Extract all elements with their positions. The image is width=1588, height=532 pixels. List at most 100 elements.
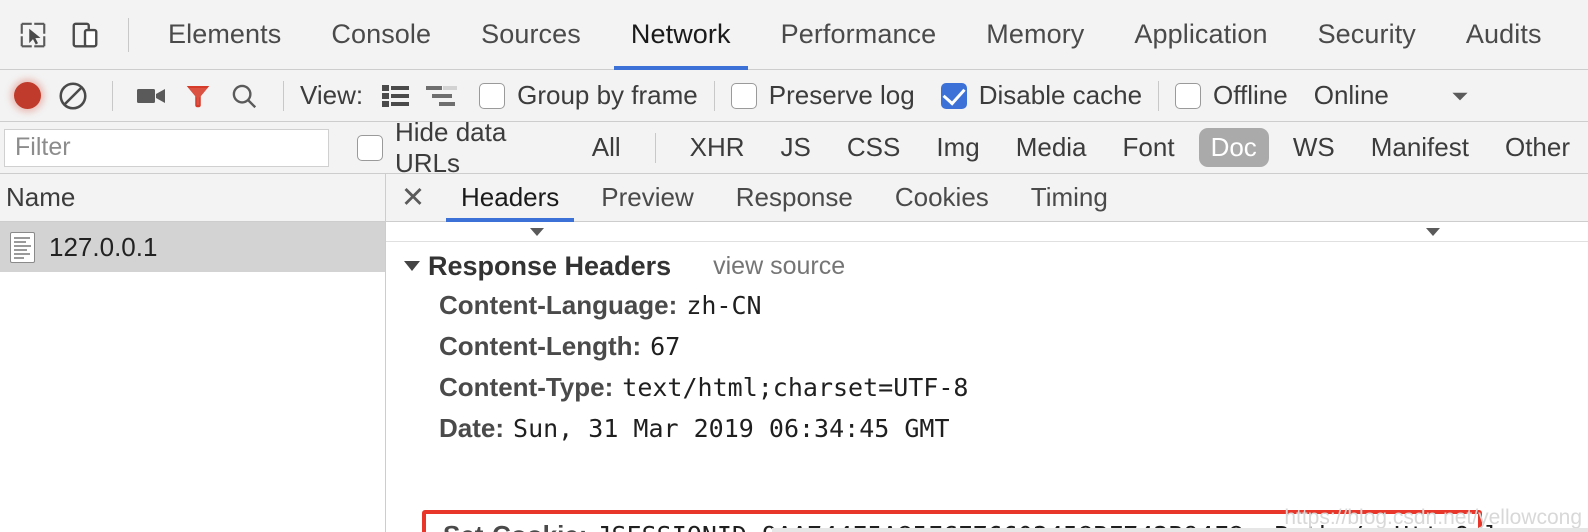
record-button-icon [13,82,41,109]
filter-type-xhr[interactable]: XHR [678,128,757,167]
detail-tab-headers[interactable]: Headers [440,174,580,222]
header-key: Date: [439,413,505,443]
tab-console[interactable]: Console [306,0,456,70]
network-filter-bar: Hide data URLs All XHR JS CSS Img Media … [0,117,1588,178]
filter-divider [654,132,656,163]
tab-application-label: Application [1134,19,1268,49]
disable-cache-checkbox[interactable] [940,82,967,109]
document-icon [10,231,35,263]
header-value: zh-CN [686,291,762,320]
close-icon[interactable]: ✕ [386,174,440,222]
tab-network[interactable]: Network [606,0,756,70]
filter-input[interactable] [4,128,329,167]
header-row-content-language: Content-Language: zh-CN [386,290,1588,331]
offline-checkbox-row[interactable]: Offline [1175,80,1288,111]
headers-content: Response Headers view source Content-Lan… [386,222,1588,532]
hide-data-urls-label: Hide data URLs [395,116,507,178]
devtools-window: Elements Console Sources Network Perform… [0,0,1588,532]
throttling-select[interactable]: Online [1314,80,1389,111]
tab-audits-label: Audits [1465,19,1542,49]
filter-type-manifest[interactable]: Manifest [1359,128,1481,167]
devtools-tool-icons [0,12,143,58]
header-value: Sun, 31 Mar 2019 06:34:45 GMT [513,414,950,443]
detail-tab-response[interactable]: Response [715,174,874,222]
network-control-bar: View: Group by frame Preserve log Disabl… [0,70,1588,122]
request-row-127-0-0-1[interactable]: 127.0.0.1 [0,222,385,272]
response-headers-section-title[interactable]: Response Headers view source [386,242,1588,290]
tab-sources[interactable]: Sources [456,0,606,70]
detail-tab-timing[interactable]: Timing [1010,174,1129,222]
column-header-name: Name [6,182,76,212]
disable-cache-checkbox-row[interactable]: Disable cache [940,80,1143,111]
header-key: Content-Type: [439,372,614,402]
header-row-content-type: Content-Type: text/html;charset=UTF-8 [386,372,1588,413]
filter-type-all[interactable]: All [580,128,633,167]
tab-memory-label: Memory [986,19,1085,49]
control-divider-4 [1158,80,1160,111]
triangle-down-icon[interactable] [404,261,420,271]
overflow-button[interactable] [1437,73,1483,119]
request-detail-panel: ✕ Headers Preview Response Cookies Timin… [386,174,1588,532]
filter-type-js[interactable]: JS [769,128,823,167]
tab-performance-label: Performance [780,19,937,49]
detail-tab-headers-label: Headers [461,182,560,212]
search-button[interactable] [221,73,267,119]
device-toggle-icon[interactable] [62,12,108,58]
tab-memory[interactable]: Memory [961,0,1109,70]
view-label: View: [300,80,364,110]
detail-tab-cookies-label: Cookies [894,182,989,212]
set-cookie-key: Set-Cookie: [443,520,587,532]
tab-performance[interactable]: Performance [756,0,962,70]
preserve-log-label: Preserve log [768,80,915,110]
list-view-button[interactable] [373,73,419,119]
scrolled-off-row [386,222,1588,242]
preserve-log-checkbox[interactable] [730,82,757,109]
section-title-label: Response Headers [428,250,672,281]
filter-type-font[interactable]: Font [1111,128,1187,167]
filter-type-css[interactable]: CSS [835,128,912,167]
request-list-panel: Name 127.0.0.1 [0,174,386,532]
detail-tab-cookies[interactable]: Cookies [874,174,1010,222]
group-by-frame-checkbox[interactable] [479,82,506,109]
control-divider-2 [283,80,284,111]
clear-button[interactable] [50,73,96,119]
capture-screenshots-icon [137,88,165,103]
waterfall-view-button[interactable] [419,73,465,119]
tab-application[interactable]: Application [1109,0,1292,70]
disable-cache-label: Disable cache [978,80,1143,110]
detail-tab-bar: ✕ Headers Preview Response Cookies Timin… [386,174,1588,222]
request-list-column-header[interactable]: Name [0,174,385,222]
tab-elements[interactable]: Elements [143,0,306,70]
tab-security-label: Security [1317,19,1416,49]
filter-type-ws[interactable]: WS [1281,128,1347,167]
hide-data-urls-checkbox-row[interactable]: Hide data URLs [357,117,566,179]
hide-data-urls-checkbox[interactable] [357,134,383,161]
preserve-log-checkbox-row[interactable]: Preserve log [730,80,915,111]
panel-bottom-edge [772,528,1588,532]
request-row-name: 127.0.0.1 [49,231,158,262]
detail-tab-preview[interactable]: Preview [580,174,714,222]
tab-network-label: Network [630,19,731,49]
control-divider-1 [112,80,113,111]
view-source-link[interactable]: view source [713,252,845,281]
filter-button[interactable] [175,73,221,119]
waterfall-view-icon [426,85,458,106]
filter-type-doc[interactable]: Doc [1198,128,1269,167]
panel-tabs: Elements Console Sources Network Perform… [143,0,1567,70]
list-view-icon [382,84,410,107]
detail-tab-timing-label: Timing [1030,182,1108,212]
group-by-frame-checkbox-row[interactable]: Group by frame [479,80,698,111]
inspect-cursor-icon[interactable] [10,12,56,58]
capture-screenshots-button[interactable] [129,73,175,119]
filter-type-media[interactable]: Media [1004,128,1099,167]
filter-funnel-icon [186,85,210,107]
detail-tab-response-label: Response [735,182,853,212]
tab-audits[interactable]: Audits [1441,0,1567,70]
chevron-down-icon [1452,92,1468,100]
record-button[interactable] [4,73,50,119]
filter-type-other[interactable]: Other [1493,128,1582,167]
caret-down-icon-b [1426,228,1440,236]
filter-type-img[interactable]: Img [924,128,991,167]
tab-security[interactable]: Security [1293,0,1441,70]
offline-checkbox[interactable] [1175,82,1202,109]
